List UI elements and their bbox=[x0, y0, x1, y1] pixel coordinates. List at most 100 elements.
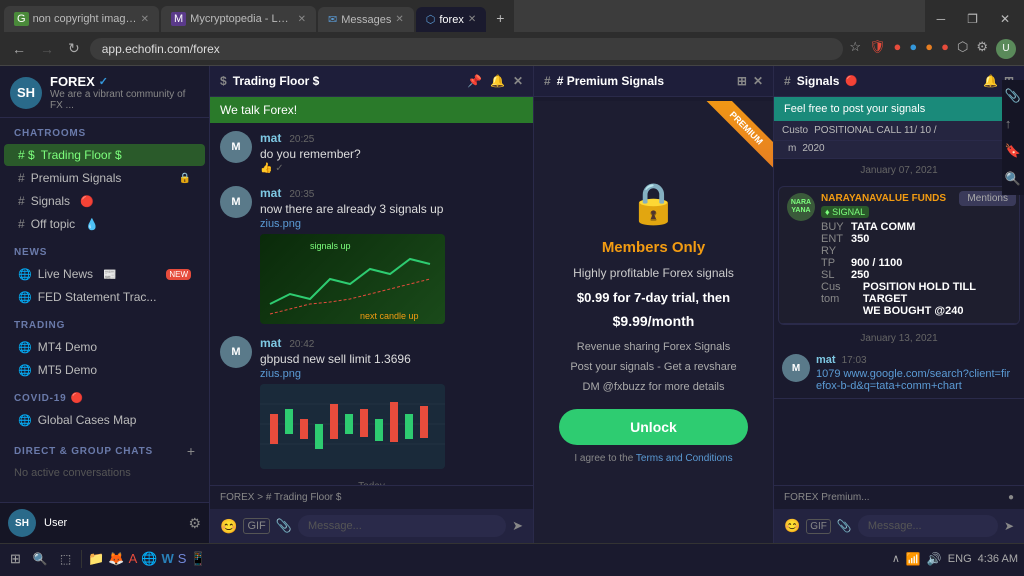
msg-author-1: mat bbox=[260, 131, 281, 145]
tab-non-copyright[interactable]: G non copyright images - Google... ✕ bbox=[4, 6, 159, 32]
message-input-tf[interactable]: Message... bbox=[298, 515, 506, 537]
channel-mt4[interactable]: 🌐 MT4 Demo bbox=[4, 336, 205, 358]
taskbar-icon-browser2[interactable]: 🌐 bbox=[141, 551, 157, 567]
channel-name-gc: Global Cases Map bbox=[38, 413, 137, 427]
channel-signals[interactable]: # Signals 🔴 bbox=[4, 190, 205, 212]
signals-hash: # bbox=[784, 74, 791, 88]
tab-close-icon-fx[interactable]: ✕ bbox=[468, 14, 476, 25]
chat-messages-tf: M mat 20:25 do you remember? 👍 ✓ M mat 2… bbox=[210, 123, 533, 485]
add-direct-chat-button[interactable]: + bbox=[187, 443, 195, 459]
tab-close-icon-msg[interactable]: ✕ bbox=[395, 14, 403, 25]
bookmark-right-icon[interactable]: 🔖 bbox=[1005, 143, 1021, 159]
address-bar[interactable]: app.echofin.com/forex bbox=[90, 38, 844, 60]
signals-footer: FOREX Premium... ● bbox=[774, 485, 1024, 509]
taskview-icon[interactable]: ⬚ bbox=[56, 552, 75, 566]
windows-start[interactable]: ⊞ bbox=[6, 551, 25, 567]
terms-link[interactable]: Terms and Conditions bbox=[636, 453, 733, 464]
lock-icon: 🔒 bbox=[179, 173, 191, 184]
server-name: FOREX ✓ bbox=[50, 74, 199, 89]
msg-time-1: 20:25 bbox=[289, 134, 314, 145]
emoji-icon-s[interactable]: 😊 bbox=[784, 518, 800, 534]
taskbar-icon-phone[interactable]: 📱 bbox=[190, 551, 206, 567]
taskbar-icon-acrobat[interactable]: A bbox=[129, 551, 138, 566]
channel-fed[interactable]: 🌐 FED Statement Trac... bbox=[4, 286, 205, 308]
tab-label-fx: forex bbox=[439, 14, 463, 26]
tab-messages[interactable]: ✉ Messages ✕ bbox=[318, 7, 414, 32]
tab-close-icon[interactable]: ✕ bbox=[141, 14, 149, 25]
message-input-s[interactable]: Message... bbox=[858, 515, 998, 537]
footer-breadcrumb-signals: FOREX Premium... bbox=[784, 492, 870, 503]
search-right-icon[interactable]: 🔍 bbox=[1005, 171, 1021, 187]
send-icon[interactable]: ➤ bbox=[512, 518, 523, 534]
taskbar-icon-firefox[interactable]: 🦊 bbox=[108, 551, 124, 567]
server-desc: We are a vibrant community of FX ... bbox=[50, 89, 199, 111]
bookmark-icon[interactable]: ☆ bbox=[849, 39, 861, 59]
tab-close-icon-m[interactable]: ✕ bbox=[298, 14, 306, 25]
tab-label-m: Mycryptopedia - Learn About C... bbox=[190, 13, 293, 25]
unlock-button[interactable]: Unlock bbox=[559, 409, 749, 445]
settings-icon[interactable]: ⚙ bbox=[188, 515, 201, 532]
nav-back[interactable]: ← bbox=[8, 39, 30, 59]
addon-icon1: ● bbox=[894, 39, 902, 59]
chart-image-3 bbox=[260, 384, 445, 469]
username: User bbox=[44, 517, 180, 529]
profile-icon[interactable]: U bbox=[996, 39, 1016, 59]
msg-link-2[interactable]: zius.png bbox=[260, 218, 445, 230]
footer-dot-icon: ● bbox=[1008, 492, 1014, 503]
up-arrow-icon[interactable]: ↑ bbox=[1005, 116, 1021, 131]
msg-body-2: mat 20:35 now there are already 3 signal… bbox=[260, 186, 445, 324]
channel-mt5[interactable]: 🌐 MT5 Demo bbox=[4, 359, 205, 381]
close-icon-pm[interactable]: ✕ bbox=[753, 74, 763, 88]
expand-icon[interactable]: ⊞ bbox=[737, 74, 747, 88]
taskbar-icon-word[interactable]: W bbox=[161, 551, 173, 566]
gif-icon-s[interactable]: GIF bbox=[806, 519, 831, 534]
gif-icon[interactable]: GIF bbox=[243, 518, 269, 534]
channel-name-mt5: MT5 Demo bbox=[38, 363, 97, 377]
search-taskbar[interactable]: 🔍 bbox=[29, 552, 52, 566]
window-minimize[interactable]: ─ bbox=[927, 6, 956, 32]
water-icon: 💧 bbox=[85, 218, 99, 231]
send-icon-s[interactable]: ➤ bbox=[1004, 519, 1014, 533]
premium-price: $0.99 for 7-day trial, then bbox=[577, 290, 730, 305]
nav-forward[interactable]: → bbox=[36, 39, 58, 59]
tab-forex[interactable]: ⬡ forex ✕ bbox=[416, 7, 486, 32]
signal-row-custom: Cus tom POSITION HOLD TILL TARGETWE BOUG… bbox=[821, 281, 1011, 317]
paperclip-icon[interactable]: 📎 bbox=[1005, 88, 1021, 104]
prev-label1: Custo bbox=[782, 125, 808, 136]
sticker-icon[interactable]: 📎 bbox=[276, 518, 292, 534]
msg-link-3[interactable]: zius.png bbox=[260, 368, 445, 380]
tab-mycryptopedia[interactable]: M Mycryptopedia - Learn About C... ✕ bbox=[161, 6, 316, 32]
network-icon[interactable]: 📶 bbox=[906, 552, 921, 566]
tab-label-msg: Messages bbox=[341, 14, 391, 26]
bell-icon[interactable]: 🔔 bbox=[490, 74, 505, 88]
up-arrow-tray[interactable]: ∧ bbox=[892, 552, 900, 565]
msg-text-3: gbpusd new sell limit 1.3696 bbox=[260, 352, 445, 366]
message-3: M mat 20:42 gbpusd new sell limit 1.3696… bbox=[220, 336, 523, 469]
channel-global-cases[interactable]: 🌐 Global Cases Map bbox=[4, 409, 205, 431]
right-panel-icons: 📎 ↑ 🔖 🔍 bbox=[1002, 80, 1024, 195]
welcome-banner: We talk Forex! bbox=[210, 97, 533, 123]
attach-icon-s[interactable]: 📎 bbox=[837, 519, 852, 533]
signals-messages: Custo POSITIONAL CALL 11/ 10 / m 2020 Ja… bbox=[774, 121, 1024, 485]
channel-offtopic[interactable]: # Off topic 💧 bbox=[4, 213, 205, 235]
nav-refresh[interactable]: ↻ bbox=[64, 38, 84, 59]
message-1: M mat 20:25 do you remember? 👍 ✓ bbox=[220, 131, 523, 174]
bell-icon-s[interactable]: 🔔 bbox=[983, 74, 998, 88]
channel-name-ln: Live News bbox=[38, 267, 93, 281]
pin-icon[interactable]: 📌 bbox=[467, 74, 482, 88]
window-close[interactable]: ✕ bbox=[990, 6, 1020, 32]
channel-live-news[interactable]: 🌐 Live News 📰 NEW bbox=[4, 263, 205, 285]
svg-text:signals up: signals up bbox=[310, 241, 351, 251]
extensions-icon[interactable]: ⚙ bbox=[976, 39, 988, 59]
premium-sub2: Post your signals - Get a revshare bbox=[570, 361, 736, 373]
volume-icon[interactable]: 🔊 bbox=[927, 552, 942, 566]
taskbar-icon-folder[interactable]: 📁 bbox=[88, 551, 104, 567]
close-icon-tf[interactable]: ✕ bbox=[513, 74, 523, 88]
emoji-icon[interactable]: 😊 bbox=[220, 518, 237, 535]
new-tab-button[interactable]: + bbox=[488, 4, 512, 32]
taskbar-icon-discord[interactable]: S bbox=[178, 551, 187, 566]
channel-premium-signals[interactable]: # Premium Signals 🔒 bbox=[4, 167, 205, 189]
channel-trading-floor[interactable]: # $ Trading Floor $ bbox=[4, 144, 205, 166]
window-restore[interactable]: ❐ bbox=[957, 6, 988, 32]
channel-name-premium: Premium Signals bbox=[31, 171, 122, 185]
